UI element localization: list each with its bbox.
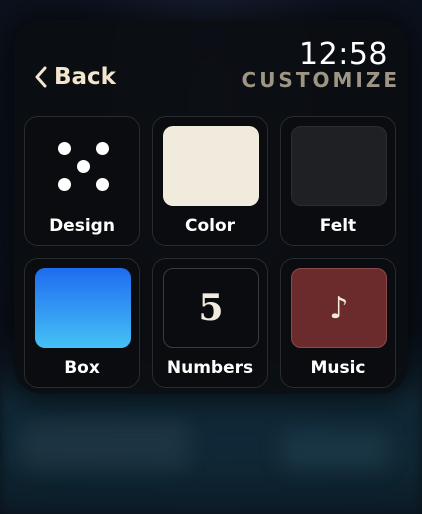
dice-five-icon xyxy=(35,126,131,206)
felt-swatch-icon xyxy=(291,126,387,206)
color-label: Color xyxy=(184,216,236,236)
box-label: Box xyxy=(64,358,100,378)
number-glyph: 5 xyxy=(198,287,224,329)
design-tile[interactable]: Design xyxy=(24,116,140,246)
color-tile[interactable]: Color xyxy=(152,116,268,246)
numbers-label: Numbers xyxy=(166,358,254,378)
color-swatch-icon xyxy=(163,126,259,206)
background-blur xyxy=(280,430,390,470)
number-icon: 5 xyxy=(163,268,259,348)
page-title: CUSTOMIZE xyxy=(241,68,400,92)
design-label: Design xyxy=(49,216,115,236)
box-swatch-icon xyxy=(35,268,131,348)
box-tile[interactable]: Box xyxy=(24,258,140,388)
music-tile[interactable]: ♪ Music xyxy=(280,258,396,388)
music-note-icon: ♪ xyxy=(291,268,387,348)
music-glyph: ♪ xyxy=(329,290,349,326)
music-label: Music xyxy=(310,358,366,378)
felt-label: Felt xyxy=(319,216,357,236)
clock-time: 12:58 xyxy=(299,37,388,72)
back-button[interactable]: Back xyxy=(34,64,116,90)
back-label: Back xyxy=(54,64,116,90)
background-blur xyxy=(20,420,190,470)
chevron-left-icon xyxy=(35,66,47,88)
numbers-tile[interactable]: 5 Numbers xyxy=(152,258,268,388)
felt-tile[interactable]: Felt xyxy=(280,116,396,246)
